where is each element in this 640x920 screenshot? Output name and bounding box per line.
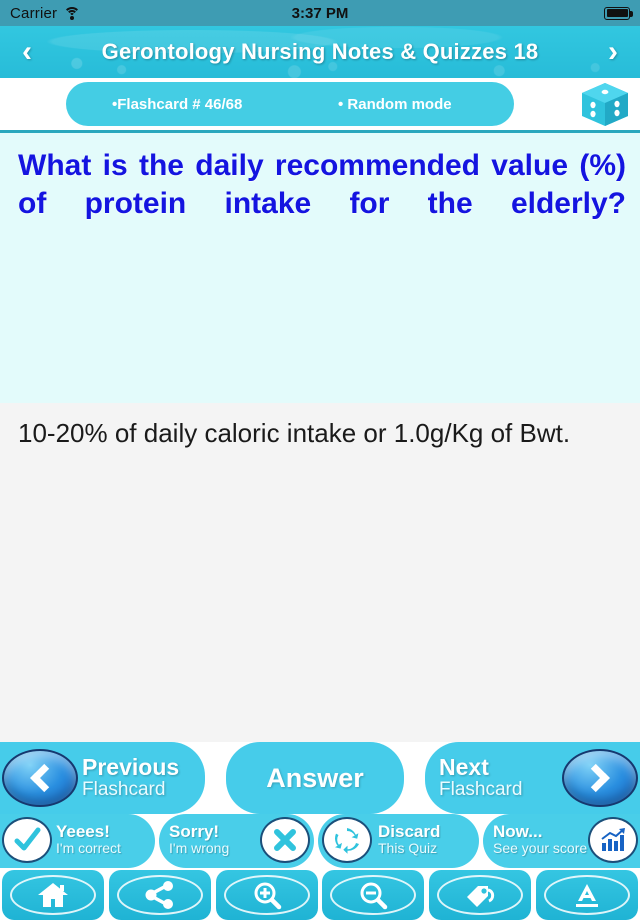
dice-icon[interactable] <box>578 80 632 128</box>
quiz-action-row: Yeees! I'm correct Sorry! I'm wrong Disc… <box>0 814 640 868</box>
answer-panel: 10-20% of daily caloric intake or 1.0g/K… <box>0 403 640 742</box>
correct-label-primary: Yeees! <box>56 822 110 841</box>
flashcard-status-pill: •Flashcard # 46/68 • Random mode <box>66 82 514 126</box>
next-label-primary: Next <box>439 754 489 780</box>
home-icon <box>10 875 96 915</box>
previous-flashcard-button[interactable]: Previous Flashcard <box>0 742 205 814</box>
bookmark-tag-icon <box>437 875 524 915</box>
share-icon <box>116 875 203 915</box>
correct-label-secondary: I'm correct <box>56 839 121 856</box>
clock-label: 3:37 PM <box>291 4 349 22</box>
bookmark-button[interactable] <box>429 870 532 920</box>
previous-label-secondary: Flashcard <box>82 778 166 800</box>
check-icon <box>2 817 52 863</box>
prev-arrow-icon <box>2 749 78 807</box>
show-answer-button[interactable]: Answer <box>226 742 404 814</box>
mark-wrong-button[interactable]: Sorry! I'm wrong <box>159 814 314 868</box>
zoom-out-icon <box>330 875 417 915</box>
app-header: ‹ Gerontology Nursing Notes & Quizzes 18… <box>0 26 640 78</box>
mark-correct-label: Yeees! I'm correct <box>56 823 121 856</box>
status-bar: Carrier 3:37 PM <box>0 0 640 26</box>
answer-text: 10-20% of daily caloric intake or 1.0g/K… <box>18 418 571 448</box>
mark-correct-button[interactable]: Yeees! I'm correct <box>0 814 155 868</box>
next-label-secondary: Flashcard <box>439 778 523 800</box>
next-arrow-icon <box>562 749 638 807</box>
font-size-icon <box>543 875 630 915</box>
page-title: Gerontology Nursing Notes & Quizzes 18 <box>101 39 539 64</box>
bottom-toolbar <box>0 868 640 920</box>
flashcard-nav-bar: Previous Flashcard Answer Next Flashcard <box>0 742 640 814</box>
zoom-out-button[interactable] <box>322 870 425 920</box>
question-panel: What is the daily recommended value (%) … <box>0 133 640 403</box>
see-score-label: Now... See your score <box>493 823 587 856</box>
random-mode-label: • Random mode <box>338 95 452 113</box>
flashcard-counter-label: •Flashcard # 46/68 <box>112 95 243 113</box>
wrong-label-secondary: I'm wrong <box>169 839 230 856</box>
mark-wrong-label: Sorry! I'm wrong <box>169 823 229 856</box>
see-score-button[interactable]: Now... See your score <box>483 814 640 868</box>
share-button[interactable] <box>108 870 211 920</box>
score-label-secondary: See your score <box>493 839 588 856</box>
flashcard-meta-row: •Flashcard # 46/68 • Random mode <box>0 78 640 130</box>
flashcard-app-screen: Carrier 3:37 PM ‹ Gerontology Nursing No… <box>0 0 640 920</box>
previous-label-primary: Previous <box>82 754 180 780</box>
zoom-in-button[interactable] <box>215 870 318 920</box>
discard-quiz-button[interactable]: Discard This Quiz <box>318 814 479 868</box>
zoom-in-icon <box>223 875 310 915</box>
question-text: What is the daily recommended value (%) … <box>18 149 626 221</box>
wrong-label-primary: Sorry! <box>169 822 220 841</box>
discard-label-secondary: This Quiz <box>378 839 438 856</box>
home-button[interactable] <box>2 870 104 920</box>
discard-label-primary: Discard <box>378 822 441 841</box>
score-label-primary: Now... <box>493 822 543 841</box>
previous-flashcard-label: Previous Flashcard <box>82 754 180 800</box>
next-flashcard-button[interactable]: Next Flashcard <box>425 742 640 814</box>
next-flashcard-label: Next Flashcard <box>439 754 523 800</box>
recycle-icon <box>322 817 372 863</box>
header-next-arrow[interactable]: › <box>590 26 636 78</box>
status-bar-right <box>604 6 633 20</box>
header-prev-arrow[interactable]: ‹ <box>4 26 50 78</box>
cross-icon <box>260 817 310 863</box>
discard-quiz-label: Discard This Quiz <box>378 823 440 856</box>
answer-button-label: Answer <box>266 762 364 793</box>
font-size-button[interactable] <box>535 870 638 920</box>
bar-chart-icon <box>588 817 638 863</box>
battery-full-icon <box>604 6 633 20</box>
